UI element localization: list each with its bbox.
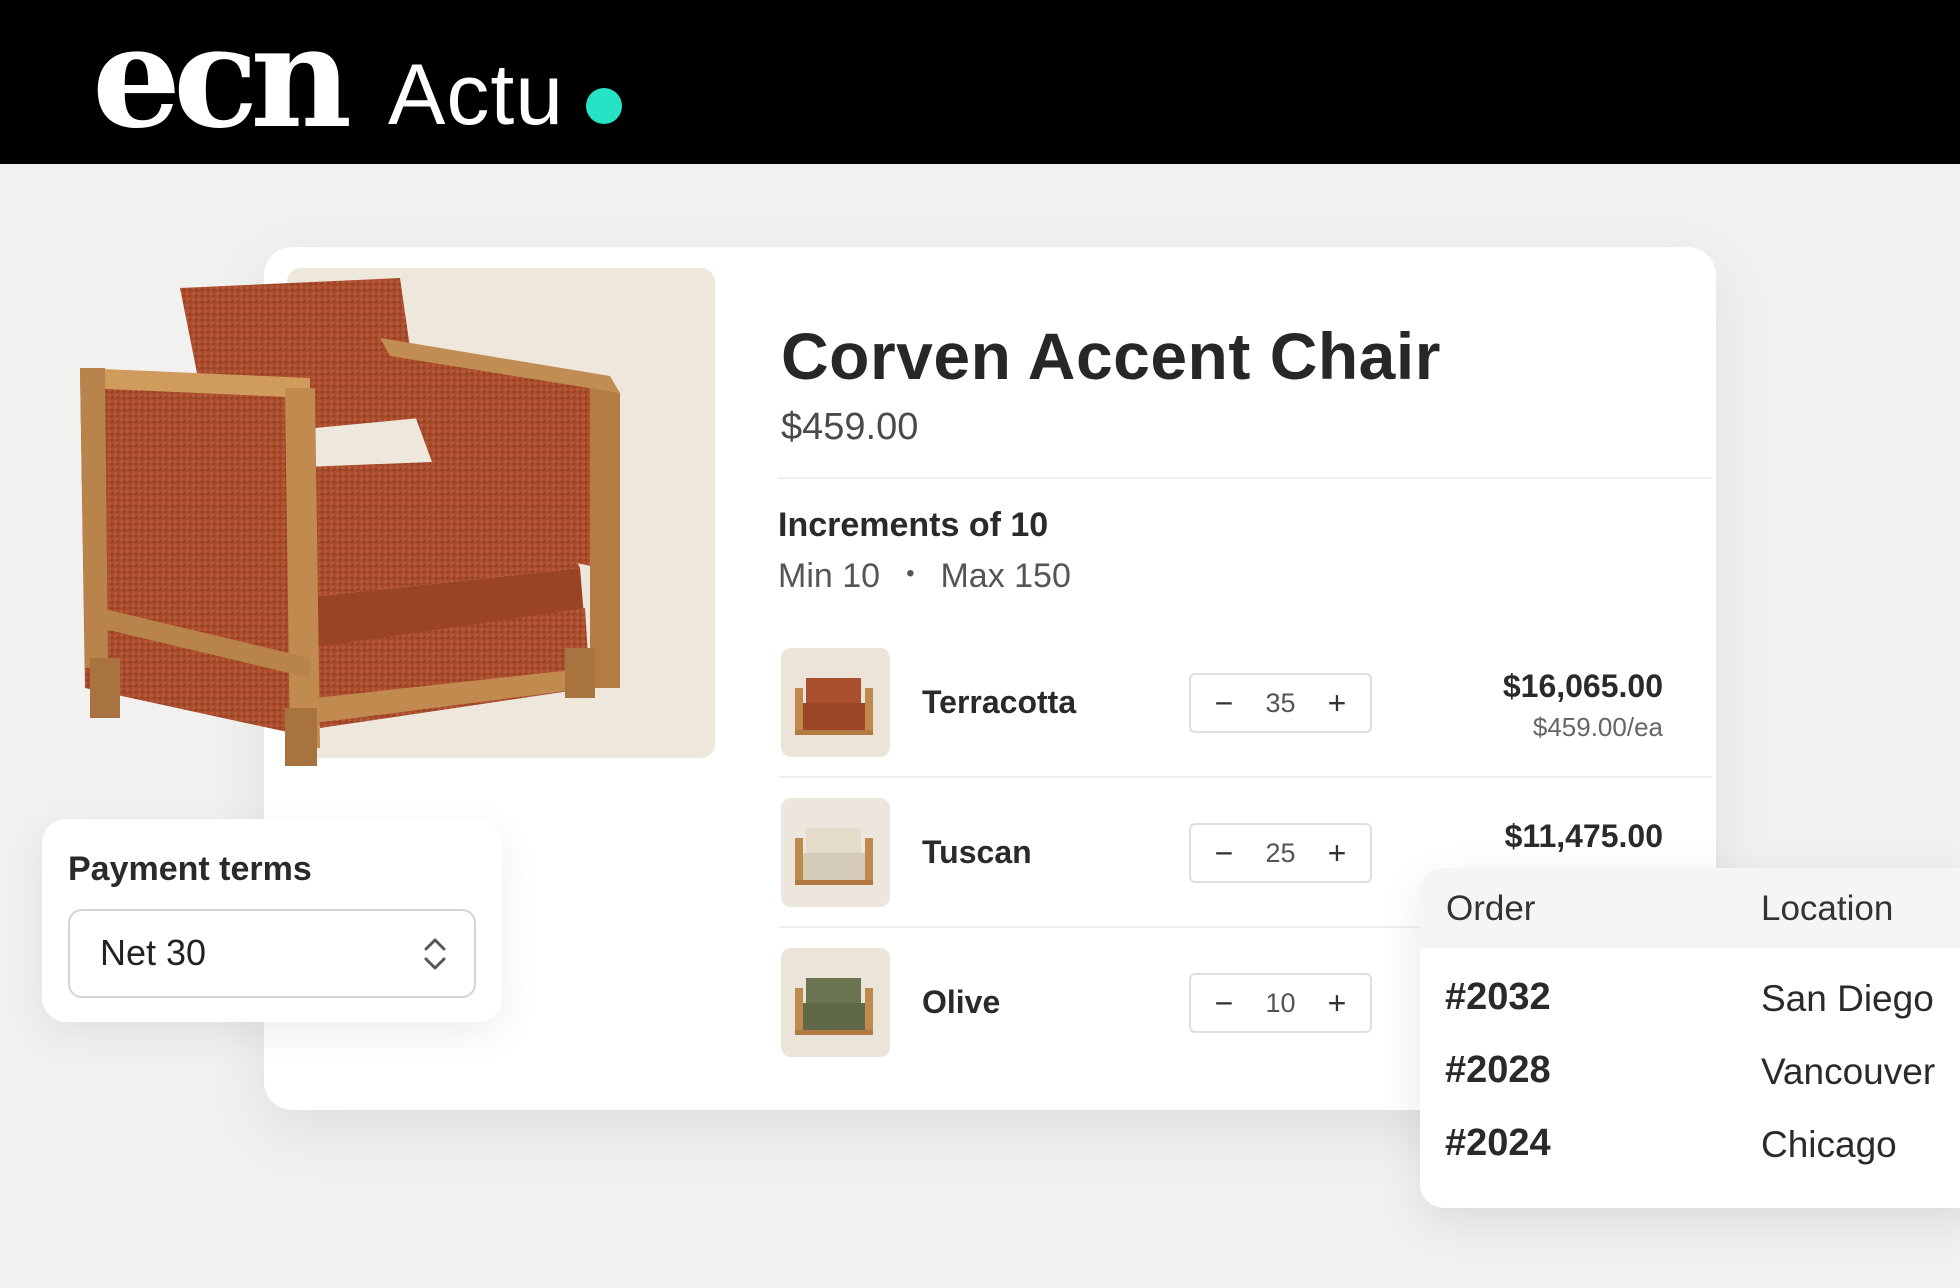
armchair-icon bbox=[795, 978, 873, 1035]
variant-thumbnail-olive[interactable] bbox=[781, 948, 890, 1057]
armchair-icon bbox=[795, 678, 873, 735]
armchair-icon bbox=[795, 828, 873, 885]
divider bbox=[778, 477, 1712, 479]
order-column-header: Order bbox=[1446, 889, 1536, 928]
decrement-button[interactable]: − bbox=[1209, 985, 1239, 1022]
variant-name: Terracotta bbox=[922, 684, 1077, 720]
order-number[interactable]: #2032 bbox=[1445, 976, 1551, 1019]
quantity-stepper[interactable]: − 10 + bbox=[1189, 973, 1372, 1033]
header-bar: ecn Actu bbox=[0, 0, 1960, 164]
quantity-stepper[interactable]: − 25 + bbox=[1189, 823, 1372, 883]
payment-terms-value[interactable]: Net 30 bbox=[100, 932, 206, 974]
unit-price: $459.00/ea bbox=[1532, 712, 1663, 742]
product-image-armchair bbox=[80, 278, 620, 766]
orders-table-header: Order Location bbox=[1420, 868, 1960, 948]
ecn-logo[interactable]: ecn bbox=[92, 8, 352, 148]
increment-button[interactable]: + bbox=[1322, 985, 1352, 1022]
decrement-button[interactable]: − bbox=[1209, 835, 1239, 872]
order-location: San Diego bbox=[1761, 978, 1934, 1019]
line-total: $11,475.00 bbox=[1504, 818, 1663, 854]
separator-dot: • bbox=[906, 560, 915, 588]
order-number[interactable]: #2024 bbox=[1445, 1122, 1551, 1165]
section-title: Actu bbox=[388, 47, 565, 143]
payment-terms-label: Payment terms bbox=[68, 850, 312, 888]
quantity-value[interactable]: 25 bbox=[1265, 838, 1295, 869]
variant-name: Olive bbox=[922, 984, 1001, 1020]
increments-heading: Increments of 10 bbox=[778, 506, 1049, 544]
variant-thumbnail-terracotta[interactable] bbox=[781, 648, 890, 757]
variant-name: Tuscan bbox=[922, 834, 1032, 870]
accent-dot-icon bbox=[586, 88, 622, 124]
order-location: Chicago bbox=[1761, 1124, 1897, 1165]
quantity-value[interactable]: 35 bbox=[1265, 688, 1295, 719]
order-number[interactable]: #2028 bbox=[1445, 1049, 1551, 1092]
min-max-info: Min 10 • Max 150 bbox=[778, 557, 1071, 596]
product-title: Corven Accent Chair bbox=[781, 319, 1441, 393]
order-location: Vancouver bbox=[1761, 1051, 1936, 1092]
increment-button[interactable]: + bbox=[1322, 835, 1352, 872]
chevron-up-down-icon[interactable] bbox=[420, 934, 450, 974]
decrement-button[interactable]: − bbox=[1209, 685, 1239, 722]
orders-table: Order Location #2032 San Diego #2028 Van… bbox=[1420, 868, 1960, 1208]
location-column-header: Location bbox=[1761, 889, 1894, 928]
divider bbox=[778, 776, 1712, 778]
max-label: Max 150 bbox=[940, 557, 1071, 595]
quantity-stepper[interactable]: − 35 + bbox=[1189, 673, 1372, 733]
min-label: Min 10 bbox=[778, 557, 881, 595]
line-total: $16,065.00 bbox=[1502, 668, 1663, 704]
variant-thumbnail-tuscan[interactable] bbox=[781, 798, 890, 907]
product-price: $459.00 bbox=[781, 406, 919, 448]
quantity-value[interactable]: 10 bbox=[1265, 988, 1295, 1019]
increment-button[interactable]: + bbox=[1322, 685, 1352, 722]
